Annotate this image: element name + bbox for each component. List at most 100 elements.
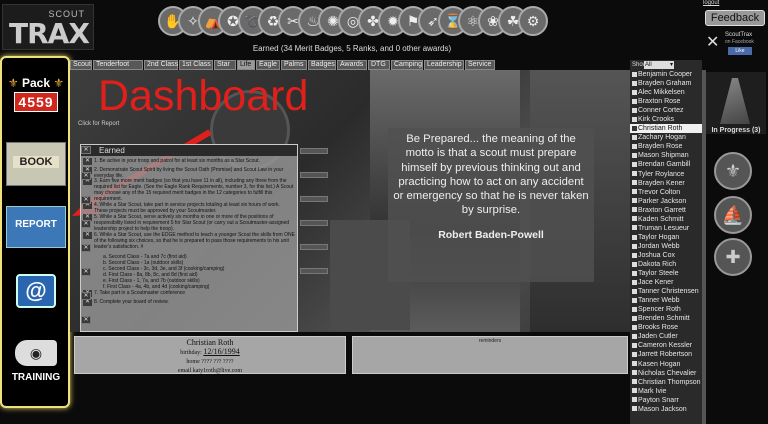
scout-list-item[interactable]: Brayden Graham [630, 79, 702, 88]
scout-list-item[interactable]: Parker Jackson [630, 197, 702, 206]
scout-list-item[interactable]: Mason Shipman [630, 151, 702, 160]
checkbox-icon[interactable] [632, 297, 637, 303]
checkbox-icon[interactable] [632, 116, 637, 122]
scout-list-item[interactable]: Taylor Steele [630, 269, 702, 278]
checkbox-icon[interactable] [632, 270, 637, 276]
wheel-icon[interactable]: ⚙ [518, 6, 548, 36]
check-icon[interactable]: ✕ [83, 158, 92, 165]
scout-list-item[interactable]: Jace Kener [630, 278, 702, 287]
scout-list-item[interactable]: Spencer Roth [630, 305, 702, 314]
checkbox-icon[interactable] [632, 198, 637, 204]
scout-list-item[interactable]: Braxton Rose [630, 97, 702, 106]
tab-service[interactable]: Service [465, 60, 495, 70]
checkbox-icon[interactable] [632, 80, 637, 86]
requirement-action-button[interactable] [300, 196, 328, 202]
scout-list-item[interactable]: Tanner Webb [630, 296, 702, 305]
scout-list-item[interactable]: Nicholas Chevalier [630, 369, 702, 378]
tab-scout[interactable]: Scout [70, 60, 92, 70]
scout-list-item[interactable]: Joshua Cox [630, 251, 702, 260]
current-rank-image[interactable] [706, 72, 766, 134]
scout-list-item[interactable]: Kaden Schmitt [630, 215, 702, 224]
training-button[interactable]: ◉ TRAINING [6, 336, 66, 394]
life-rank-icon[interactable]: ⚜ [714, 152, 752, 190]
scout-list-item[interactable]: Truman Lesueur [630, 224, 702, 233]
checkbox-icon[interactable] [632, 334, 637, 340]
boat-badge-icon[interactable]: ⛵ [714, 196, 752, 234]
checkbox-icon[interactable] [632, 288, 637, 294]
checkbox-icon[interactable] [632, 189, 637, 195]
checkbox-icon[interactable] [632, 388, 637, 394]
scout-list-item[interactable]: Mark Ivie [630, 387, 702, 396]
scout-list-item[interactable]: Taylor Hogan [630, 233, 702, 242]
checkbox-icon[interactable] [632, 107, 637, 113]
scout-list-item[interactable]: Tanner Christensen [630, 287, 702, 296]
scout-list-item[interactable]: Dakota Rich [630, 260, 702, 269]
checkbox-icon[interactable] [632, 216, 637, 222]
requirement-action-button[interactable] [300, 172, 328, 178]
tab-star[interactable]: Star [214, 60, 236, 70]
tab-life[interactable]: Life [237, 60, 255, 70]
remove-icon[interactable]: ✕ [81, 292, 91, 300]
scout-list-item[interactable]: Alec Mikkelsen [630, 88, 702, 97]
tab-awards[interactable]: Awards [337, 60, 367, 70]
checkbox-icon[interactable] [632, 71, 637, 77]
book-button[interactable]: BOOK [6, 142, 66, 186]
check-icon[interactable]: ✕ [83, 299, 92, 306]
scout-list-item[interactable]: Jarrett Robertson [630, 350, 702, 359]
scout-list-item[interactable]: Conner Cortez [630, 106, 702, 115]
pack-link[interactable]: ⚜ Pack ⚜ 4559 [6, 76, 66, 112]
checkbox-icon[interactable] [632, 225, 637, 231]
checkbox-icon[interactable] [632, 324, 637, 330]
checkbox-icon[interactable] [632, 397, 637, 403]
checkbox-icon[interactable] [632, 180, 637, 186]
email-value[interactable]: katy1roth@live.com [193, 368, 242, 374]
scout-list-item[interactable]: Jaden Cutler [630, 332, 702, 341]
tab-1st-class[interactable]: 1st Class [179, 60, 213, 70]
scout-list-item[interactable]: Christian Thompson [630, 378, 702, 387]
scout-list-item[interactable]: Brayden Rose [630, 142, 702, 151]
checkbox-icon[interactable] [632, 243, 637, 249]
scout-list-item[interactable]: Brooks Rose [630, 323, 702, 332]
checkbox-icon[interactable] [632, 89, 637, 95]
checkbox-icon[interactable] [632, 370, 637, 376]
remove-icon[interactable]: ✕ [81, 244, 91, 252]
tab-tenderfoot[interactable]: Tenderfoot [93, 60, 143, 70]
scouttrax-logo[interactable]: SCOUT TRAX [2, 4, 94, 50]
checkbox-icon[interactable] [632, 261, 637, 267]
scout-list-item[interactable]: Cameron Kessler [630, 341, 702, 350]
like-button[interactable]: Like [728, 47, 752, 55]
checkbox-icon[interactable] [632, 315, 637, 321]
checkbox-icon[interactable] [632, 252, 637, 258]
checkbox-icon[interactable] [632, 361, 637, 367]
remove-icon[interactable]: ✕ [81, 146, 91, 154]
requirement-action-button[interactable] [300, 148, 328, 154]
checkbox-icon[interactable] [632, 306, 637, 312]
checkbox-icon[interactable] [632, 98, 637, 104]
scout-list-item[interactable]: Zachary Hogan [630, 133, 702, 142]
remove-icon[interactable]: ✕ [81, 268, 91, 276]
email-button[interactable]: @ [6, 270, 66, 320]
checkbox-icon[interactable] [632, 406, 637, 412]
checkbox-icon[interactable] [632, 207, 637, 213]
checkbox-icon[interactable] [632, 125, 637, 131]
checkbox-icon[interactable] [632, 279, 637, 285]
checkbox-icon[interactable] [632, 343, 637, 349]
tab-leadership[interactable]: Leadership [424, 60, 464, 70]
compass-badge-icon[interactable]: ✚ [714, 238, 752, 276]
checkbox-icon[interactable] [632, 153, 637, 159]
remove-icon[interactable]: ✕ [81, 220, 91, 228]
scout-list-item[interactable]: Braxton Garrett [630, 206, 702, 215]
checkbox-icon[interactable] [632, 162, 637, 168]
scout-list-item[interactable]: Tyler Roylance [630, 170, 702, 179]
tab-camping[interactable]: Camping [391, 60, 423, 70]
scout-list-item[interactable]: Jordan Webb [630, 242, 702, 251]
checkbox-icon[interactable] [632, 144, 637, 150]
scout-list-item[interactable]: Trevor Colton [630, 188, 702, 197]
requirement-action-button[interactable] [300, 268, 328, 274]
remove-icon[interactable]: ✕ [81, 316, 91, 324]
checkbox-icon[interactable] [632, 171, 637, 177]
logout-link[interactable]: logout [703, 0, 719, 6]
scout-list-item[interactable]: Payton Snarr [630, 396, 702, 405]
remove-icon[interactable]: ✕ [81, 196, 91, 204]
show-filter-select[interactable]: All [644, 61, 674, 69]
